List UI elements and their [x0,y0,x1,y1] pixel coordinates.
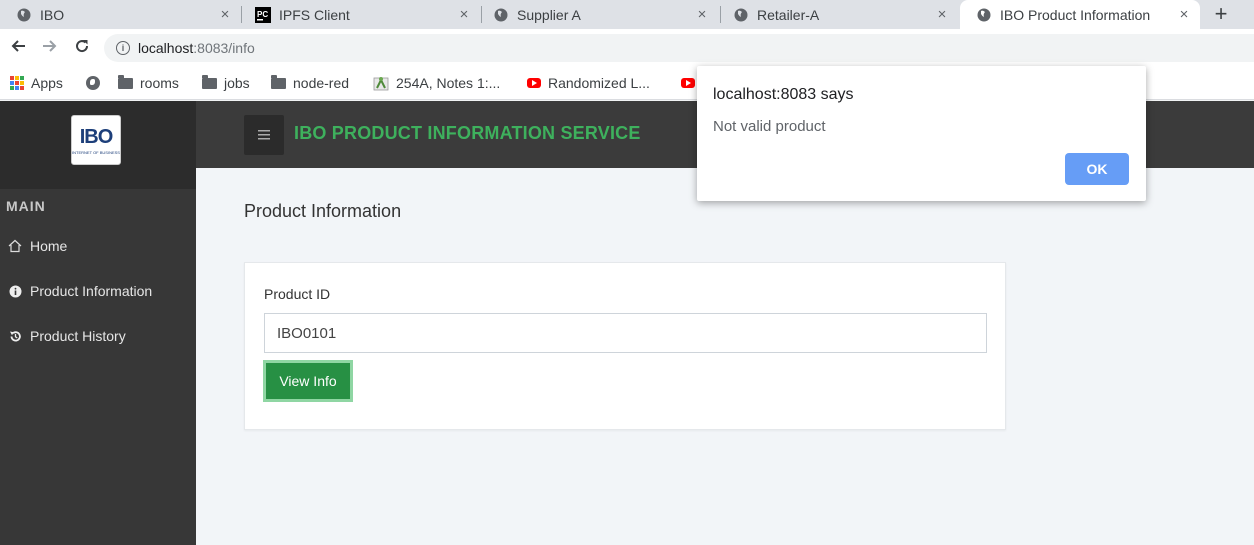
product-form-card: Product ID View Info [244,262,1006,430]
tab-retailer-a[interactable]: Retailer-A × [717,0,958,29]
page-title: Product Information [244,201,402,221]
tab-title: Supplier A [517,6,581,23]
globe-icon [493,7,509,23]
tab-title: Retailer-A [757,6,820,23]
close-icon[interactable]: × [1176,6,1192,23]
logo-subtext: INTERNET OF BUSINESS [72,149,120,155]
logo-area: IBO INTERNET OF BUSINESS [0,101,196,189]
tab-strip: IBO × PC IPFS Client × Supplier A × Reta… [0,0,1254,29]
bookmark-label: jobs [224,75,250,91]
pycharm-icon: PC [255,6,271,23]
dialog-message: Not valid product [713,118,826,135]
menu-heading: MAIN [6,198,46,214]
globe-icon [16,7,32,23]
info-icon [8,284,22,298]
reload-icon[interactable] [70,36,94,60]
tab-title: IBO Product Information [1000,6,1151,23]
address-bar[interactable]: i localhost:8083/info [104,34,1254,62]
home-icon [8,239,22,253]
ibo-logo[interactable]: IBO INTERNET OF BUSINESS [71,115,121,165]
sidebar-item-label: Product Information [30,283,153,299]
bookmark-jobs[interactable]: jobs [202,73,250,93]
menu-toggle-icon[interactable] [244,115,284,155]
alert-dialog: localhost:8083 says Not valid product OK [697,66,1146,201]
bookmark-randomized[interactable]: Randomized L... [527,73,650,93]
product-id-input[interactable] [264,313,987,353]
plant-icon [373,75,389,91]
logo-text: IBO [79,125,114,148]
bookmark-globe[interactable] [86,73,107,93]
bookmark-label: node-red [293,75,350,91]
bookmark-label: 254A, Notes 1:... [396,75,501,91]
ok-button[interactable]: OK [1065,153,1129,185]
tab-title: IBO [40,6,65,23]
tab-title: IPFS Client [279,6,350,23]
sidebar: IBO INTERNET OF BUSINESS MAIN Home Produ… [0,101,196,545]
folder-icon [271,74,286,89]
youtube-icon [681,78,695,88]
globe-icon [976,7,992,23]
sidebar-item-product-history[interactable]: Product History [8,326,126,346]
bookmark-notes[interactable]: 254A, Notes 1:... [373,73,500,93]
bookmark-apps[interactable]: Apps [10,73,63,93]
globe-icon [733,7,749,23]
bookmark-label: rooms [140,75,179,91]
address-path: :8083/info [193,40,255,56]
dialog-title: localhost:8083 says [713,86,854,103]
youtube-icon [527,78,541,88]
new-tab-button[interactable]: + [1208,2,1234,26]
close-icon[interactable]: × [934,6,950,23]
service-title: IBO PRODUCT INFORMATION SERVICE [294,123,641,143]
view-info-button[interactable]: View Info [263,360,353,402]
close-icon[interactable]: × [456,6,472,23]
bookmark-node-red[interactable]: node-red [271,73,349,93]
svg-text:PC: PC [257,10,268,19]
sidebar-item-label: Product History [30,328,126,344]
site-info-icon[interactable]: i [116,41,130,55]
globe-icon [86,76,100,90]
sidebar-item-home[interactable]: Home [8,236,67,256]
sidebar-item-label: Home [30,238,68,254]
address-host: localhost [138,40,194,56]
tab-ipfs-client[interactable]: PC IPFS Client × [239,0,480,29]
bookmark-rooms[interactable]: rooms [118,73,179,93]
folder-icon [202,74,217,89]
bookmark-label: Apps [31,75,63,91]
close-icon[interactable]: × [694,6,710,23]
close-icon[interactable]: × [217,6,233,23]
sidebar-item-product-information[interactable]: Product Information [8,281,152,301]
history-icon [8,329,22,343]
tab-ibo[interactable]: IBO × [0,0,241,29]
tab-supplier-a[interactable]: Supplier A × [477,0,718,29]
forward-icon[interactable] [38,36,62,60]
product-id-label: Product ID [264,286,331,302]
browser-toolbar: i localhost:8083/info [0,29,1254,67]
apps-grid-icon [10,76,24,90]
back-icon[interactable] [6,36,30,60]
folder-icon [118,74,133,89]
tab-ibo-product-information[interactable]: IBO Product Information × [960,0,1200,29]
bookmark-label: Randomized L... [548,75,650,91]
